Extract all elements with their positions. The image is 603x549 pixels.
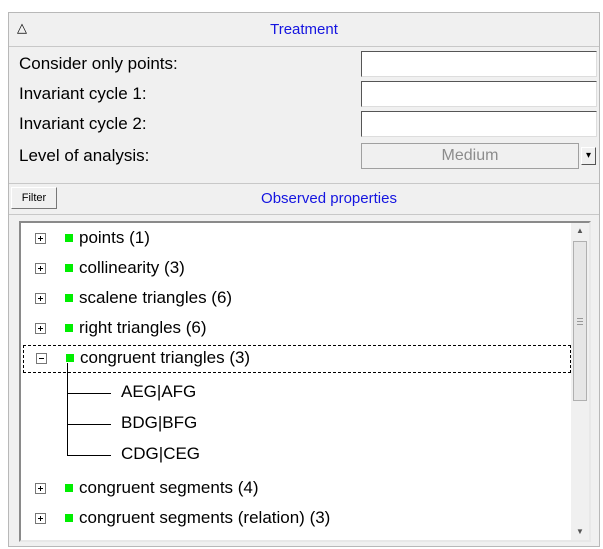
expand-plus-icon[interactable] <box>35 323 46 334</box>
field-label: Level of analysis: <box>19 146 150 165</box>
status-dot-icon <box>65 324 73 332</box>
grip-line <box>577 318 583 319</box>
status-dot-icon <box>65 514 73 522</box>
grip-line <box>577 324 583 325</box>
expand-plus-icon[interactable] <box>35 233 46 244</box>
expand-plus-icon[interactable] <box>35 513 46 524</box>
observed-properties-header: Filter Observed properties <box>9 183 599 215</box>
status-dot-icon <box>65 294 73 302</box>
filter-button[interactable]: Filter <box>11 187 57 209</box>
tree-leaf-label: BDG|BFG <box>121 413 198 432</box>
scroll-up-icon[interactable]: ▲ <box>571 223 589 239</box>
tree-item-label: right triangles (6) <box>79 318 207 337</box>
status-dot-icon <box>65 264 73 272</box>
field-row-level-of-analysis: Level of analysis: Medium ▾ <box>9 141 599 171</box>
tree-item-label: scalene triangles (6) <box>79 288 233 307</box>
tree-item-label: collinearity (3) <box>79 258 185 277</box>
tree-item[interactable]: right triangles (6) <box>21 315 571 343</box>
tree-leaf[interactable]: AEG|AFG <box>21 379 571 407</box>
observed-properties-title: Observed properties <box>261 190 397 207</box>
invariant-cycle-1-input[interactable] <box>361 81 597 107</box>
tree-item-label: congruent triangles (3) <box>80 348 251 367</box>
field-row-invariant-cycle-1: Invariant cycle 1: <box>9 79 599 109</box>
scroll-down-icon[interactable]: ▼ <box>571 524 589 540</box>
invariant-cycle-2-input[interactable] <box>361 111 597 137</box>
tree-leaf[interactable]: CDG|CEG <box>21 441 571 469</box>
status-dot-icon <box>66 354 74 362</box>
status-dot-icon <box>65 484 73 492</box>
panel-header[interactable]: △ Treatment <box>9 13 599 47</box>
collapse-minus-icon[interactable] <box>36 353 47 364</box>
chevron-down-icon[interactable]: ▾ <box>581 147 596 165</box>
field-label: Consider only points: <box>19 54 178 73</box>
treatment-panel: △ Treatment Consider only points: Invari… <box>8 12 600 547</box>
properties-tree[interactable]: points (1) collinearity (3) scalene tria… <box>19 221 591 542</box>
tree-item-selected[interactable]: congruent triangles (3) <box>23 345 571 373</box>
tree-item-label: congruent segments (4) <box>79 478 259 497</box>
field-label: Invariant cycle 2: <box>19 114 147 133</box>
field-label: Invariant cycle 1: <box>19 84 147 103</box>
scrollbar-thumb[interactable] <box>573 241 587 401</box>
tree-item[interactable]: congruent segments (4) <box>21 475 571 503</box>
tree-leaf-label: CDG|CEG <box>121 444 201 463</box>
tree-leaf-label: AEG|AFG <box>121 382 197 401</box>
field-row-consider-points: Consider only points: <box>9 49 599 79</box>
tree-item[interactable]: scalene triangles (6) <box>21 285 571 313</box>
field-row-invariant-cycle-2: Invariant cycle 2: <box>9 109 599 139</box>
tree-item-label: congruent segments (relation) (3) <box>79 508 331 527</box>
level-of-analysis-select[interactable]: Medium <box>361 143 579 169</box>
tree-item-label: points (1) <box>79 228 150 247</box>
vertical-scrollbar[interactable]: ▲ ▼ <box>571 223 589 540</box>
tree-item[interactable]: congruent segments (relation) (3) <box>21 505 571 533</box>
tree-item[interactable]: collinearity (3) <box>21 255 571 283</box>
expand-plus-icon[interactable] <box>35 263 46 274</box>
tree-leaf[interactable]: BDG|BFG <box>21 410 571 438</box>
expand-plus-icon[interactable] <box>35 293 46 304</box>
status-dot-icon <box>65 234 73 242</box>
grip-line <box>577 321 583 322</box>
tree-item[interactable]: points (1) <box>21 225 571 253</box>
consider-points-input[interactable] <box>361 51 597 77</box>
expand-plus-icon[interactable] <box>35 483 46 494</box>
panel-title: Treatment <box>270 21 338 38</box>
